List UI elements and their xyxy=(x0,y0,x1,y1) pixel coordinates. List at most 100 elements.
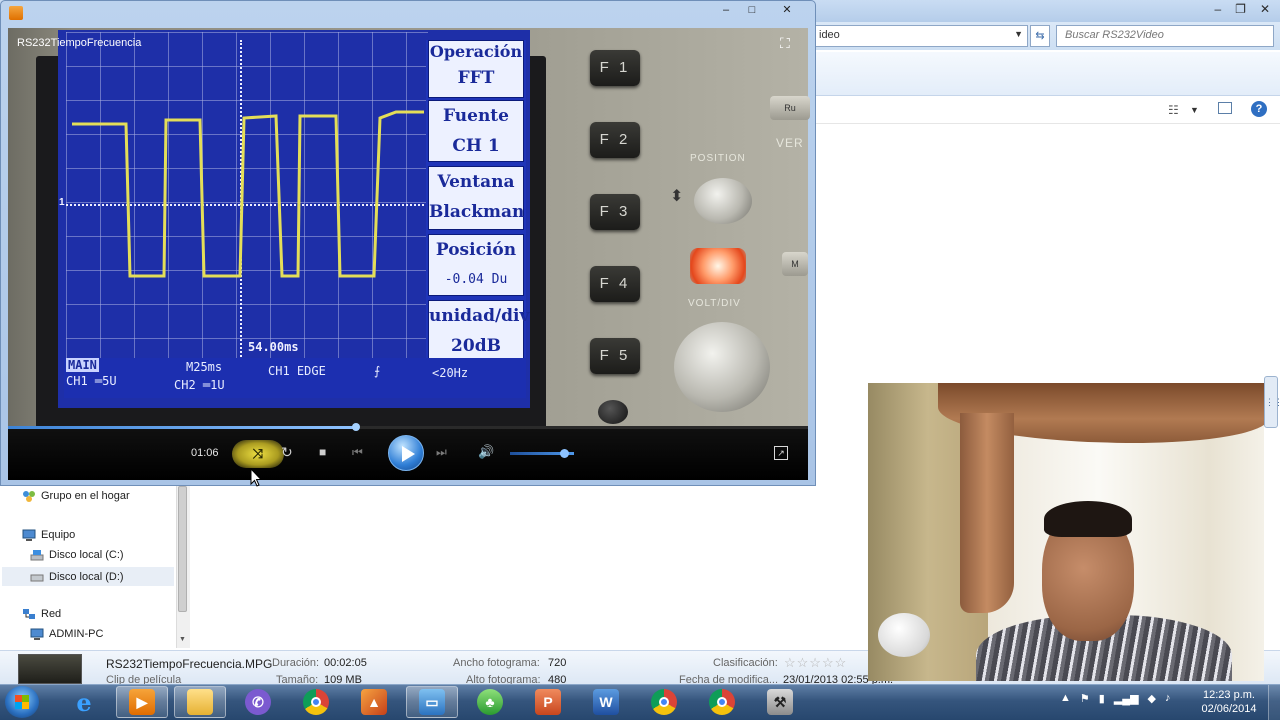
menu-window: Ventana Blackman xyxy=(428,166,524,230)
powerpoint-icon: P xyxy=(535,689,561,715)
right-grip-handle[interactable]: ⋮⋮ xyxy=(1264,376,1280,428)
menu-item-title: unidad/div xyxy=(429,306,530,326)
windows-logo-icon xyxy=(15,695,29,709)
restore-icon[interactable]: ❐ xyxy=(1235,2,1246,16)
webcam-lamp xyxy=(878,613,930,657)
explorer-view-bar xyxy=(812,96,1280,124)
show-desktop-button[interactable] xyxy=(1268,685,1280,720)
taskbar-powerpoint[interactable]: P xyxy=(522,686,574,718)
webcam-overlay xyxy=(868,383,1264,681)
address-text: ideo xyxy=(819,29,840,41)
taskbar-chrome-2[interactable] xyxy=(638,686,690,718)
previous-icon[interactable]: ⏮ xyxy=(352,445,363,460)
chevron-down-icon[interactable]: ▼ xyxy=(1190,105,1199,115)
scroll-down-icon[interactable]: ▼ xyxy=(179,636,186,643)
taskbar-media-player[interactable]: ▶ xyxy=(116,686,168,718)
volume-icon[interactable]: 🔊 xyxy=(478,444,494,460)
nav-item-network[interactable]: Red xyxy=(22,608,61,620)
nav-label: Grupo en el hogar xyxy=(41,490,130,502)
remote-desktop-icon: ▭ xyxy=(419,689,445,715)
refresh-icon[interactable]: ⇆ xyxy=(1030,25,1050,47)
drive-icon xyxy=(30,574,44,581)
view-options-icon[interactable]: ☷ xyxy=(1168,103,1179,117)
seek-bar-fill xyxy=(8,426,356,429)
fullscreen-icon[interactable]: ⛶ xyxy=(780,35,790,52)
side-button: M xyxy=(782,252,808,276)
close-icon[interactable]: ✕ xyxy=(1260,2,1270,16)
volume-icon[interactable]: ♪ xyxy=(1165,692,1171,705)
address-bar[interactable]: ideo ▼ xyxy=(812,25,1028,47)
start-button[interactable] xyxy=(5,686,39,718)
square-wave-trace xyxy=(72,110,424,278)
seek-bar-handle[interactable] xyxy=(351,423,360,431)
f4-key: F 4 xyxy=(590,266,640,302)
taskbar-explorer[interactable] xyxy=(174,686,226,718)
stop-icon[interactable]: ■ xyxy=(319,445,326,459)
video-title: RS232TiempoFrecuencia xyxy=(17,37,142,49)
word-icon: W xyxy=(593,689,619,715)
file-thumbnail xyxy=(18,654,82,684)
tool-app-icon: ⚒ xyxy=(767,689,793,715)
nav-item-computer[interactable]: Equipo xyxy=(22,529,75,541)
menu-item-title: Operación xyxy=(429,42,523,61)
green-app-icon: ♣ xyxy=(477,689,503,715)
search-input[interactable]: Buscar RS232Video xyxy=(1056,25,1274,47)
nav-item-homegroup[interactable]: Grupo en el hogar xyxy=(22,490,130,502)
repeat-icon[interactable]: ↻ xyxy=(281,444,293,461)
chevron-down-icon[interactable]: ▼ xyxy=(1014,29,1023,39)
play-button[interactable] xyxy=(388,435,424,471)
current-time: 01:06 xyxy=(191,447,219,459)
rating-stars[interactable]: ☆☆☆☆☆ xyxy=(784,655,847,671)
homegroup-icon xyxy=(23,491,35,502)
chrome-icon xyxy=(303,689,329,715)
show-hidden-icons-icon[interactable]: ▲ xyxy=(1060,692,1071,705)
f5-key: F 5 xyxy=(590,338,640,374)
nav-label: ADMIN-PC xyxy=(49,628,104,640)
preview-pane-icon[interactable] xyxy=(1218,102,1232,114)
taskbar-word[interactable]: W xyxy=(580,686,632,718)
flag-icon[interactable]: ⚑ xyxy=(1080,692,1090,705)
status-ch1: CH1 ═5U xyxy=(66,374,117,388)
network-signal-icon[interactable]: ▂▄▆ xyxy=(1114,692,1139,705)
nav-item-admin-pc[interactable]: ADMIN-PC xyxy=(30,628,103,640)
taskbar-internet-explorer[interactable]: e xyxy=(58,686,110,718)
ver-label: VER xyxy=(776,136,804,150)
taskbar-green-app[interactable]: ♣ xyxy=(464,686,516,718)
taskbar-remote-app[interactable]: ▭ xyxy=(406,686,458,718)
f1-key: F 1 xyxy=(590,50,640,86)
status-slope: ⨍ xyxy=(374,364,381,378)
nav-item-disk-c[interactable]: Disco local (C:) xyxy=(30,549,124,561)
frame-width-value: 720 xyxy=(548,657,567,669)
taskbar-tool-app[interactable]: ⚒ xyxy=(754,686,806,718)
menu-item-title: Posición xyxy=(435,240,517,260)
menu-item-title: Fuente xyxy=(443,106,509,126)
duration-value: 00:02:05 xyxy=(324,657,367,669)
taskbar-clock[interactable]: 12:23 p.m. 02/06/2014 xyxy=(1196,688,1262,716)
taskbar-viber[interactable]: ✆ xyxy=(232,686,284,718)
switch-to-library-icon[interactable]: ↗ xyxy=(774,446,788,460)
nav-item-disk-d[interactable]: Disco local (D:) xyxy=(2,567,174,586)
battery-icon[interactable]: ▮ xyxy=(1099,692,1105,705)
next-icon[interactable]: ⏭ xyxy=(436,445,447,460)
search-placeholder: Buscar RS232Video xyxy=(1065,29,1164,41)
led-indicator xyxy=(690,248,746,284)
clock-date: 02/06/2014 xyxy=(1201,703,1257,715)
scrollbar-thumb[interactable] xyxy=(178,486,187,612)
sync-icon[interactable]: ◆ xyxy=(1148,692,1156,705)
minimize-icon[interactable]: ‒ xyxy=(1214,2,1221,16)
taskbar-matlab[interactable]: ▲ xyxy=(348,686,400,718)
trigger-time: 54.00ms xyxy=(248,340,299,354)
play-icon xyxy=(402,446,415,462)
taskbar-chrome[interactable] xyxy=(290,686,342,718)
menu-position: Posición -0.04 Du xyxy=(428,234,524,296)
help-icon[interactable]: ? xyxy=(1251,101,1267,117)
nav-label: Disco local (C:) xyxy=(49,549,124,561)
taskbar-chrome-3[interactable] xyxy=(696,686,748,718)
explorer-window-controls: ‒ ❐ ✕ xyxy=(1214,2,1270,16)
shuffle-button[interactable]: ⤨ xyxy=(232,440,284,468)
webcam-drape xyxy=(960,413,1014,613)
status-timebase: M25ms xyxy=(186,360,223,374)
menu-item-title: Ventana xyxy=(437,172,515,192)
matlab-icon: ▲ xyxy=(361,689,387,715)
computer-icon xyxy=(22,529,36,541)
